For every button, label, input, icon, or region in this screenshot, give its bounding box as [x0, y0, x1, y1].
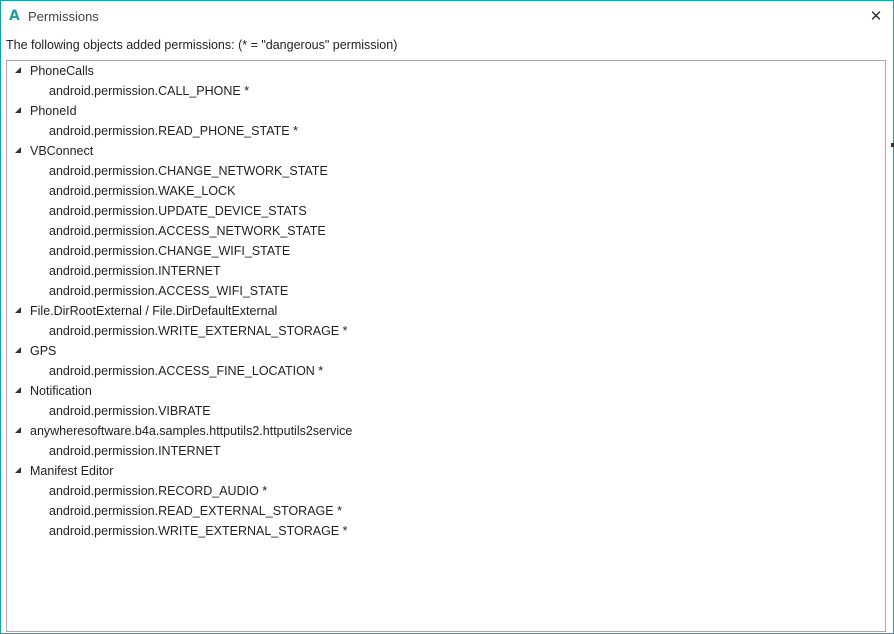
tree-group: GPS android.permission.ACCESS_FINE_LOCATI…: [7, 341, 885, 381]
permission-item[interactable]: android.permission.UPDATE_DEVICE_STATS: [7, 201, 885, 221]
permission-item[interactable]: android.permission.INTERNET: [7, 441, 885, 461]
tree-group: PhoneCalls android.permission.CALL_PHONE …: [7, 61, 885, 101]
permission-item[interactable]: android.permission.READ_PHONE_STATE *: [7, 121, 885, 141]
permission-item[interactable]: android.permission.ACCESS_FINE_LOCATION …: [7, 361, 885, 381]
permission-list: android.permission.VIBRATE: [7, 401, 885, 421]
tree-group-row[interactable]: VBConnect: [7, 141, 885, 161]
permissions-dialog: A Permissions ✕ The following objects ad…: [0, 0, 894, 634]
tree-group: VBConnect android.permission.CHANGE_NETWO…: [7, 141, 885, 301]
permission-item[interactable]: android.permission.VIBRATE: [7, 401, 885, 421]
expand-collapse-triangle-icon[interactable]: [15, 427, 21, 433]
group-name: PhoneId: [30, 104, 77, 118]
group-name: GPS: [30, 344, 57, 358]
expand-collapse-triangle-icon[interactable]: [15, 107, 21, 113]
permission-item[interactable]: android.permission.ACCESS_WIFI_STATE: [7, 281, 885, 301]
expand-collapse-triangle-icon[interactable]: [15, 67, 21, 73]
group-name: File.DirRootExternal / File.DirDefaultEx…: [30, 304, 278, 318]
tree-group-row[interactable]: PhoneCalls: [7, 61, 885, 81]
expand-collapse-triangle-icon[interactable]: [15, 307, 21, 313]
permission-item[interactable]: android.permission.CHANGE_NETWORK_STATE: [7, 161, 885, 181]
group-name: PhoneCalls: [30, 64, 94, 78]
title-bar[interactable]: A Permissions ✕: [1, 1, 893, 32]
tree-group: Manifest Editor android.permission.RECORD…: [7, 461, 885, 541]
expand-collapse-triangle-icon[interactable]: [15, 467, 21, 473]
permission-list: android.permission.RECORD_AUDIO * android…: [7, 481, 885, 541]
permissions-tree[interactable]: PhoneCalls android.permission.CALL_PHONE …: [6, 60, 886, 632]
b4a-app-icon: A: [9, 8, 20, 24]
group-name: Manifest Editor: [30, 464, 114, 478]
permission-item[interactable]: android.permission.WAKE_LOCK: [7, 181, 885, 201]
close-icon[interactable]: ✕: [865, 5, 887, 27]
permission-list: android.permission.WRITE_EXTERNAL_STORAG…: [7, 321, 885, 341]
tree-group: File.DirRootExternal / File.DirDefaultEx…: [7, 301, 885, 341]
group-name: VBConnect: [30, 144, 94, 158]
tree-root: PhoneCalls android.permission.CALL_PHONE …: [7, 61, 885, 541]
tree-group: PhoneId android.permission.READ_PHONE_STA…: [7, 101, 885, 141]
window-title: Permissions: [28, 9, 99, 24]
permission-item[interactable]: android.permission.WRITE_EXTERNAL_STORAG…: [7, 521, 885, 541]
permission-item[interactable]: android.permission.CHANGE_WIFI_STATE: [7, 241, 885, 261]
permission-item[interactable]: android.permission.ACCESS_NETWORK_STATE: [7, 221, 885, 241]
expand-collapse-triangle-icon[interactable]: [15, 147, 21, 153]
expand-collapse-triangle-icon[interactable]: [15, 387, 21, 393]
tree-group-row[interactable]: Notification: [7, 381, 885, 401]
permission-list: android.permission.CHANGE_NETWORK_STATE a…: [7, 161, 885, 301]
permission-item[interactable]: android.permission.WRITE_EXTERNAL_STORAG…: [7, 321, 885, 341]
tree-group: Notification android.permission.VIBRATE: [7, 381, 885, 421]
permission-list: android.permission.READ_PHONE_STATE *: [7, 121, 885, 141]
permission-item[interactable]: android.permission.READ_EXTERNAL_STORAGE…: [7, 501, 885, 521]
permission-list: android.permission.CALL_PHONE *: [7, 81, 885, 101]
tree-group-row[interactable]: File.DirRootExternal / File.DirDefaultEx…: [7, 301, 885, 321]
permission-list: android.permission.ACCESS_FINE_LOCATION …: [7, 361, 885, 381]
expand-collapse-triangle-icon[interactable]: [15, 347, 21, 353]
description-text: The following objects added permissions:…: [6, 38, 398, 52]
tree-group-row[interactable]: Manifest Editor: [7, 461, 885, 481]
tree-group-row[interactable]: PhoneId: [7, 101, 885, 121]
permission-item[interactable]: android.permission.RECORD_AUDIO *: [7, 481, 885, 501]
tree-group-row[interactable]: GPS: [7, 341, 885, 361]
group-name: anywheresoftware.b4a.samples.httputils2.…: [30, 424, 353, 438]
permission-item[interactable]: android.permission.INTERNET: [7, 261, 885, 281]
tree-group: anywheresoftware.b4a.samples.httputils2.…: [7, 421, 885, 461]
group-name: Notification: [30, 384, 92, 398]
tree-group-row[interactable]: anywheresoftware.b4a.samples.httputils2.…: [7, 421, 885, 441]
permission-item[interactable]: android.permission.CALL_PHONE *: [7, 81, 885, 101]
permission-list: android.permission.INTERNET: [7, 441, 885, 461]
